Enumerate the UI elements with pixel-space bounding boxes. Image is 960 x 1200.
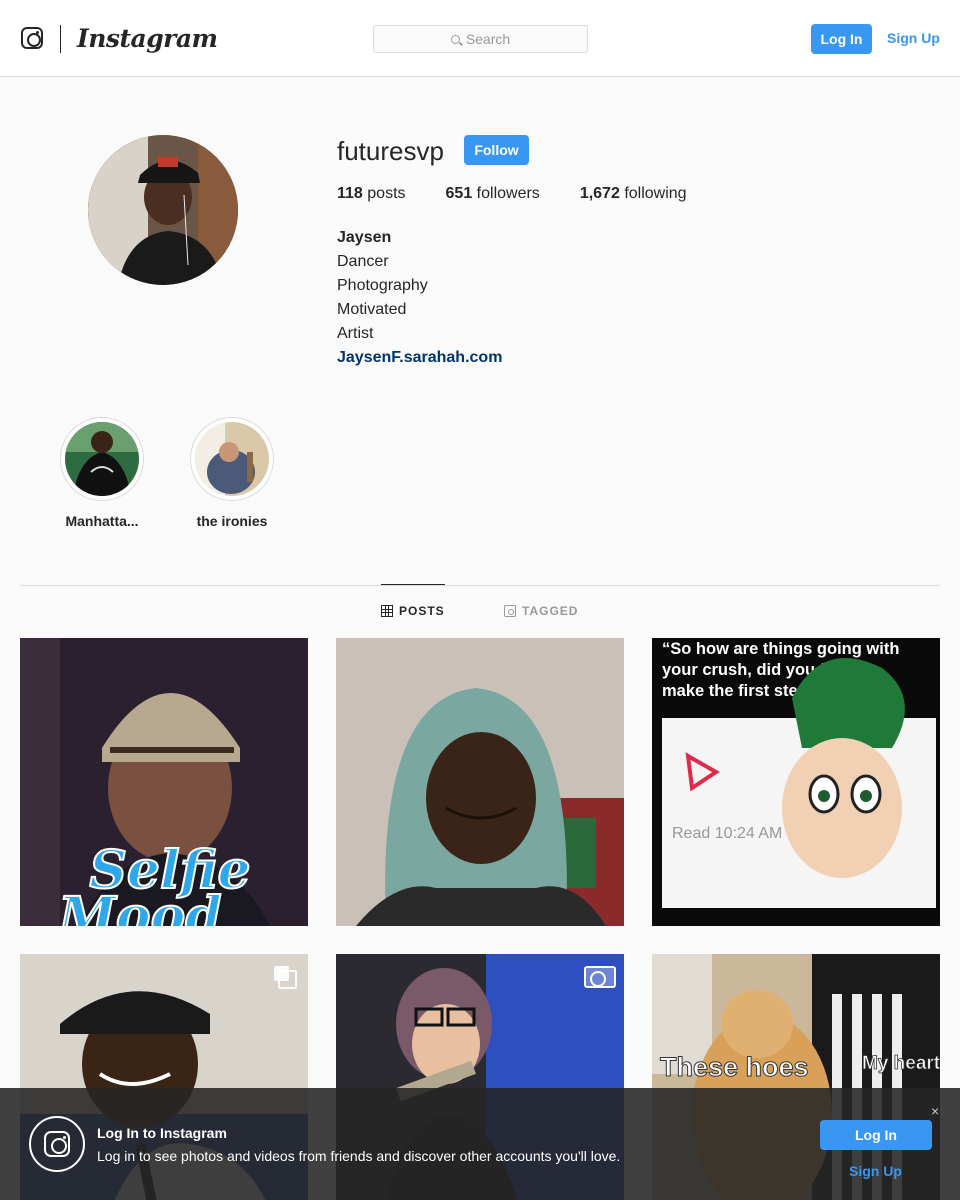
tab-posts[interactable]: POSTS xyxy=(381,604,445,618)
tab-posts-label: POSTS xyxy=(399,604,445,618)
followers-stat[interactable]: 651 followers xyxy=(446,185,540,203)
tabs-divider xyxy=(20,585,940,586)
top-navigation-bar: Instagram Search Log In Sign Up xyxy=(0,0,960,77)
search-input[interactable]: Search xyxy=(373,25,588,53)
post-thumbnail[interactable]: “So how are things going with your crush… xyxy=(652,638,940,926)
close-icon[interactable]: × xyxy=(931,1103,939,1119)
bio-line: Artist xyxy=(337,325,374,342)
post-overlay-left: These hoes xyxy=(660,1052,809,1082)
tagged-icon xyxy=(504,605,516,617)
header-login-button[interactable]: Log In xyxy=(811,24,872,54)
highlight-label: Manhatta... xyxy=(65,513,139,529)
search-icon xyxy=(450,34,460,44)
tab-tagged[interactable]: TAGGED xyxy=(504,604,578,618)
profile-stats: 118 posts 651 followers 1,672 following xyxy=(337,185,687,203)
post-overlay-word: Mood xyxy=(56,886,221,926)
highlight-cover-image xyxy=(65,422,139,496)
bio-line: Photography xyxy=(337,277,428,294)
carousel-icon xyxy=(274,966,297,989)
banner-description: Log in to see photos and videos from fri… xyxy=(97,1148,621,1164)
login-banner: Log In to Instagram Log in to see photos… xyxy=(0,1088,960,1200)
grid-icon xyxy=(381,605,393,617)
bio-name: Jaysen xyxy=(337,229,392,246)
instagram-logo-icon xyxy=(44,1131,70,1157)
highlight-ring xyxy=(60,417,144,501)
bio-website-link[interactable]: JaysenF.sarahah.com xyxy=(337,346,502,370)
banner-instagram-logo xyxy=(29,1116,85,1172)
following-stat[interactable]: 1,672 following xyxy=(580,185,687,203)
profile-username: futuresvp xyxy=(337,136,444,166)
igtv-icon xyxy=(584,966,616,988)
instagram-logo-icon[interactable] xyxy=(21,27,43,49)
story-highlight[interactable]: Manhatta... xyxy=(60,417,144,529)
banner-signup-link[interactable]: Sign Up xyxy=(849,1163,902,1179)
profile-bio: Jaysen Dancer Photography Motivated Arti… xyxy=(337,226,502,370)
highlight-label: the ironies xyxy=(196,513,268,529)
banner-login-button[interactable]: Log In xyxy=(820,1120,932,1150)
bio-line: Dancer xyxy=(337,253,389,270)
bio-line: Motivated xyxy=(337,301,407,318)
follow-button[interactable]: Follow xyxy=(464,135,529,165)
post-caption-line-1: “So how are things going with xyxy=(662,640,899,658)
active-tab-indicator xyxy=(381,584,445,585)
instagram-wordmark[interactable]: Instagram xyxy=(77,24,218,53)
banner-title: Log In to Instagram xyxy=(97,1125,227,1141)
post-thumbnail[interactable] xyxy=(336,638,624,926)
highlight-cover-image xyxy=(195,422,269,496)
post-read-text: Read 10:24 AM xyxy=(672,825,782,842)
header-divider xyxy=(60,25,61,53)
search-placeholder: Search xyxy=(465,31,511,47)
posts-stat: 118 posts xyxy=(337,185,406,202)
post-thumbnail[interactable]: Selfie Mood xyxy=(20,638,308,926)
highlight-ring xyxy=(190,417,274,501)
tab-tagged-label: TAGGED xyxy=(522,604,579,618)
post-overlay-right: My heart xyxy=(862,1053,940,1074)
story-highlight[interactable]: the ironies xyxy=(190,417,274,529)
profile-avatar[interactable] xyxy=(88,135,238,285)
header-signup-link[interactable]: Sign Up xyxy=(887,30,940,46)
